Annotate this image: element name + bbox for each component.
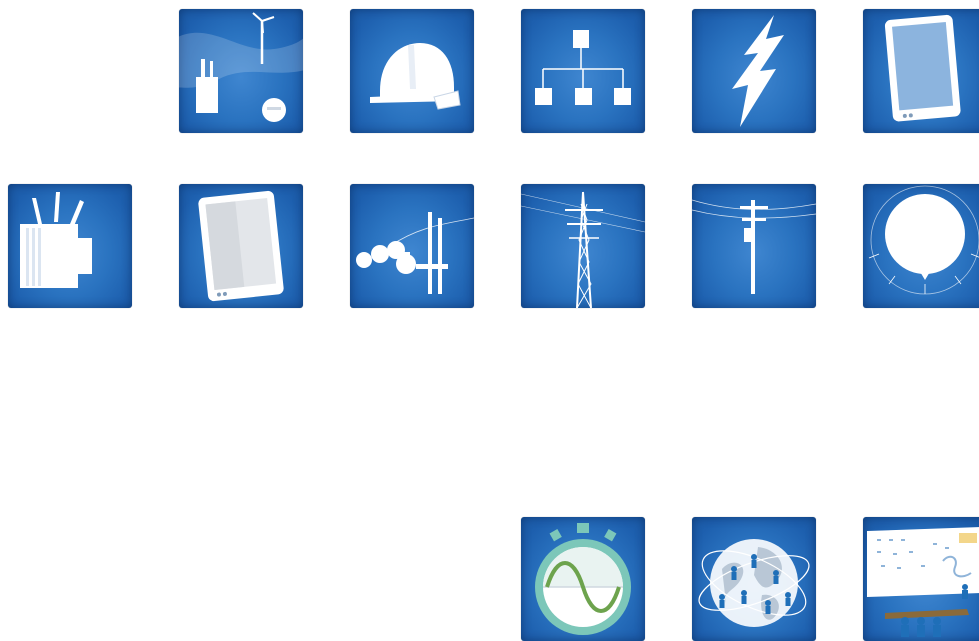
insulators-icon[interactable] bbox=[350, 184, 474, 308]
control-room-icon[interactable] bbox=[863, 517, 979, 641]
transformer-icon[interactable] bbox=[8, 184, 132, 308]
lightning-bolt-icon[interactable] bbox=[692, 9, 816, 133]
hard-hat-icon[interactable] bbox=[350, 9, 474, 133]
renewable-grid-icon[interactable] bbox=[179, 9, 303, 133]
tablet-icon[interactable] bbox=[863, 9, 979, 133]
stopwatch-waveform-icon[interactable] bbox=[521, 517, 645, 641]
light-bulb-icon[interactable] bbox=[863, 184, 979, 308]
global-network-icon[interactable] bbox=[692, 517, 816, 641]
icon-gallery bbox=[0, 0, 979, 641]
tablet-screen-icon[interactable] bbox=[179, 184, 303, 308]
utility-pole-icon[interactable] bbox=[692, 184, 816, 308]
hierarchy-icon[interactable] bbox=[521, 9, 645, 133]
transmission-tower-icon[interactable] bbox=[521, 184, 645, 308]
